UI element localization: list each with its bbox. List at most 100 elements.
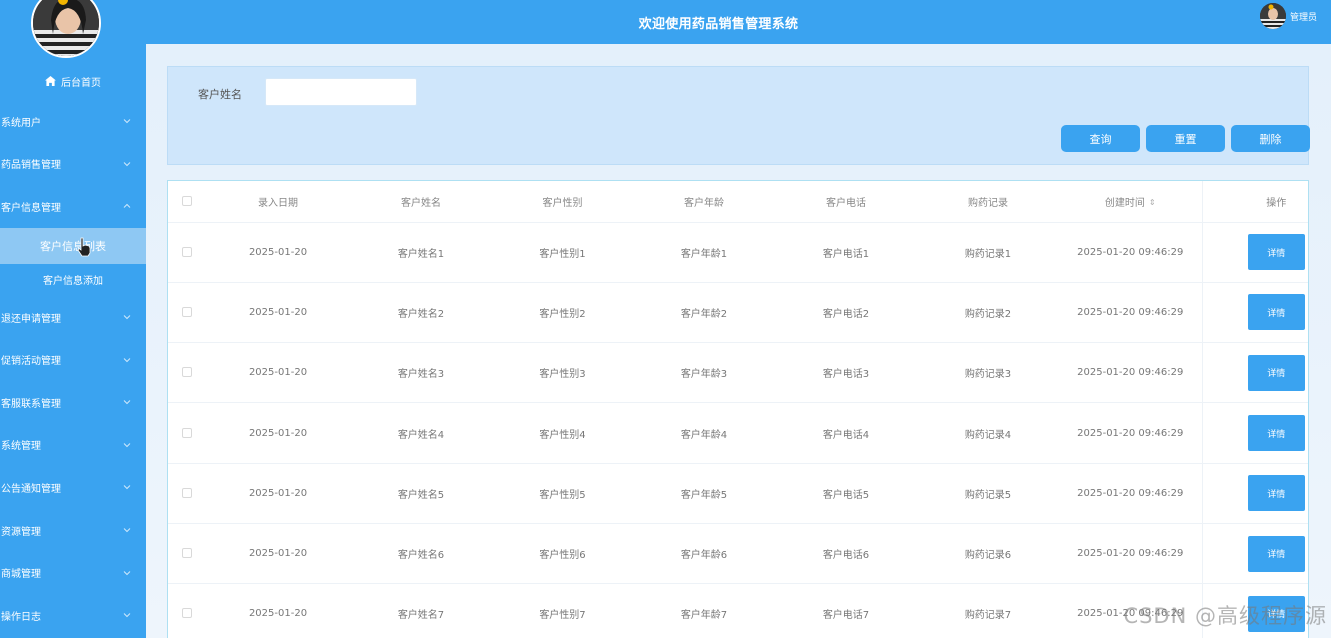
row-select-cell — [168, 282, 206, 344]
cell-record: 购药记录2 — [917, 282, 1059, 344]
sidebar-item-label: 商城管理 — [1, 569, 41, 581]
query-button[interactable]: 查询 — [1061, 125, 1140, 152]
chevron-down-icon — [123, 485, 131, 490]
detail-button[interactable]: 详情 — [1247, 294, 1305, 331]
cell-phone: 客户电话4 — [775, 402, 917, 464]
page-title: 欢迎使用药品销售管理系统 — [638, 16, 799, 32]
cell-age: 客户年龄7 — [633, 583, 775, 638]
row-checkbox[interactable] — [182, 608, 192, 619]
avatar-image — [33, 0, 99, 56]
detail-button[interactable]: 详情 — [1247, 415, 1305, 452]
sidebar-item-promotions[interactable]: 促销活动管理 — [0, 338, 146, 381]
sort-icon[interactable]: ⇕ — [1149, 198, 1156, 207]
table-row: 2025-01-20 客户姓名5 客户性别5 客户年龄5 客户电话5 购药记录5 2025-… — [168, 463, 1308, 524]
cell-record: 购药记录6 — [917, 523, 1059, 585]
cell-name: 客户姓名4 — [350, 402, 492, 464]
cell-sex: 客户性别1 — [492, 222, 633, 283]
table-row: 2025-01-20 客户姓名3 客户性别3 客户年龄3 客户电话3 购药记录3 2025-… — [168, 342, 1308, 404]
user-avatar[interactable] — [1259, 3, 1286, 29]
cell-date: 2025-01-20 — [206, 402, 350, 464]
cell-sex: 客户性别6 — [492, 523, 633, 585]
chevron-down-icon — [123, 162, 131, 167]
sidebar-item-mall[interactable]: 商城管理 — [0, 551, 146, 594]
sidebar-item-support[interactable]: 客服联系管理 — [0, 381, 146, 424]
row-checkbox[interactable] — [182, 427, 192, 438]
column-header-sex: 客户性别 — [492, 181, 633, 223]
sidebar-home[interactable]: 后台首页 — [0, 66, 146, 96]
cell-sex: 客户性别2 — [492, 282, 633, 344]
row-select-cell — [168, 523, 206, 585]
column-header-record: 购药记录 — [917, 181, 1059, 223]
table-row: 2025-01-20 客户姓名1 客户性别1 客户年龄1 客户电话1 购药记录1 2025-… — [168, 222, 1308, 283]
sidebar-item-logs[interactable]: 操作日志 — [0, 594, 146, 637]
sidebar-item-label: 客户信息管理 — [1, 202, 61, 214]
row-select-cell — [168, 583, 206, 638]
row-select-cell — [168, 402, 206, 464]
customer-table: 录入日期 客户姓名 客户性别 客户年龄 客户电话 购药记录 创建时间 ⇕ 操作 2… — [168, 181, 1308, 638]
cell-name: 客户姓名2 — [350, 282, 492, 344]
user-menu[interactable]: 管理员 — [1259, 3, 1317, 29]
detail-button[interactable]: 详情 — [1247, 535, 1305, 572]
sidebar-item-notices[interactable]: 公告通知管理 — [0, 466, 146, 509]
row-checkbox[interactable] — [182, 306, 192, 317]
chevron-up-icon — [123, 204, 131, 209]
row-checkbox[interactable] — [182, 367, 192, 378]
table-row: 2025-01-20 客户姓名4 客户性别4 客户年龄4 客户电话4 购药记录4 2025-… — [168, 402, 1308, 464]
detail-button[interactable]: 详情 — [1247, 234, 1305, 271]
row-checkbox[interactable] — [182, 246, 192, 257]
row-checkbox[interactable] — [182, 548, 192, 559]
sidebar-item-returns[interactable]: 退还申请管理 — [0, 296, 146, 339]
column-header-phone: 客户电话 — [775, 181, 917, 223]
sidebar: 后台首页 系统用户 药品销售管理 客户信息管理 客户信息列表 客户信息添加 退还… — [0, 0, 146, 638]
cell-name: 客户姓名1 — [350, 222, 492, 283]
chevron-down-icon — [123, 443, 131, 448]
cell-phone: 客户电话3 — [775, 342, 917, 404]
watermark: CSDN @高级程序源 — [1123, 604, 1327, 628]
row-select-cell — [168, 463, 206, 524]
detail-button[interactable]: 详情 — [1247, 354, 1305, 391]
avatar[interactable] — [31, 0, 101, 58]
cell-phone: 客户电话6 — [775, 523, 917, 585]
sidebar-home-label: 后台首页 — [61, 77, 101, 89]
cell-action: 详情 — [1201, 222, 1308, 283]
sidebar-subitem-customer-add[interactable]: 客户信息添加 — [0, 264, 146, 296]
customer-table-container: 录入日期 客户姓名 客户性别 客户年龄 客户电话 购药记录 创建时间 ⇕ 操作 2… — [167, 180, 1309, 638]
sidebar-subitem-customer-list[interactable]: 客户信息列表 — [0, 227, 146, 264]
sidebar-item-system-users[interactable]: 系统用户 — [0, 100, 146, 143]
sidebar-item-system[interactable]: 系统管理 — [0, 424, 146, 467]
detail-button[interactable]: 详情 — [1247, 475, 1305, 512]
select-all-checkbox[interactable] — [182, 195, 192, 206]
select-all-cell — [168, 181, 206, 223]
chevron-down-icon — [123, 315, 131, 320]
cell-name: 客户姓名6 — [350, 523, 492, 585]
cell-age: 客户年龄5 — [633, 463, 775, 524]
sidebar-item-drug-sales[interactable]: 药品销售管理 — [0, 143, 146, 186]
column-header-date: 录入日期 — [206, 181, 350, 223]
customer-name-search-input[interactable] — [265, 78, 417, 106]
sidebar-item-label: 操作日志 — [1, 611, 41, 623]
row-checkbox[interactable] — [182, 487, 192, 498]
search-panel: 客户姓名 查询 重置 删除 — [167, 66, 1310, 165]
cell-age: 客户年龄4 — [633, 402, 775, 464]
sidebar-item-label: 资源管理 — [1, 526, 41, 538]
cell-sex: 客户性别4 — [492, 402, 633, 464]
cell-action: 详情 — [1201, 282, 1308, 344]
chevron-down-icon — [123, 570, 131, 575]
chevron-down-icon — [123, 119, 131, 124]
sidebar-item-resources[interactable]: 资源管理 — [0, 509, 146, 552]
cell-action: 详情 — [1201, 523, 1308, 585]
sidebar-item-customer-info[interactable]: 客户信息管理 — [0, 185, 146, 228]
cell-action: 详情 — [1201, 342, 1308, 404]
cell-name: 客户姓名3 — [350, 342, 492, 404]
cell-date: 2025-01-20 — [206, 463, 350, 524]
cell-record: 购药记录4 — [917, 402, 1059, 464]
cell-phone: 客户电话5 — [775, 463, 917, 524]
delete-button[interactable]: 删除 — [1231, 125, 1310, 152]
home-icon — [45, 76, 56, 86]
cell-record: 购药记录5 — [917, 463, 1059, 524]
column-header-created[interactable]: 创建时间 ⇕ — [1059, 181, 1202, 223]
reset-button[interactable]: 重置 — [1146, 125, 1225, 152]
chevron-down-icon — [123, 357, 131, 362]
row-select-cell — [168, 342, 206, 404]
cell-created: 2025-01-20 09:46:29 — [1059, 222, 1202, 283]
